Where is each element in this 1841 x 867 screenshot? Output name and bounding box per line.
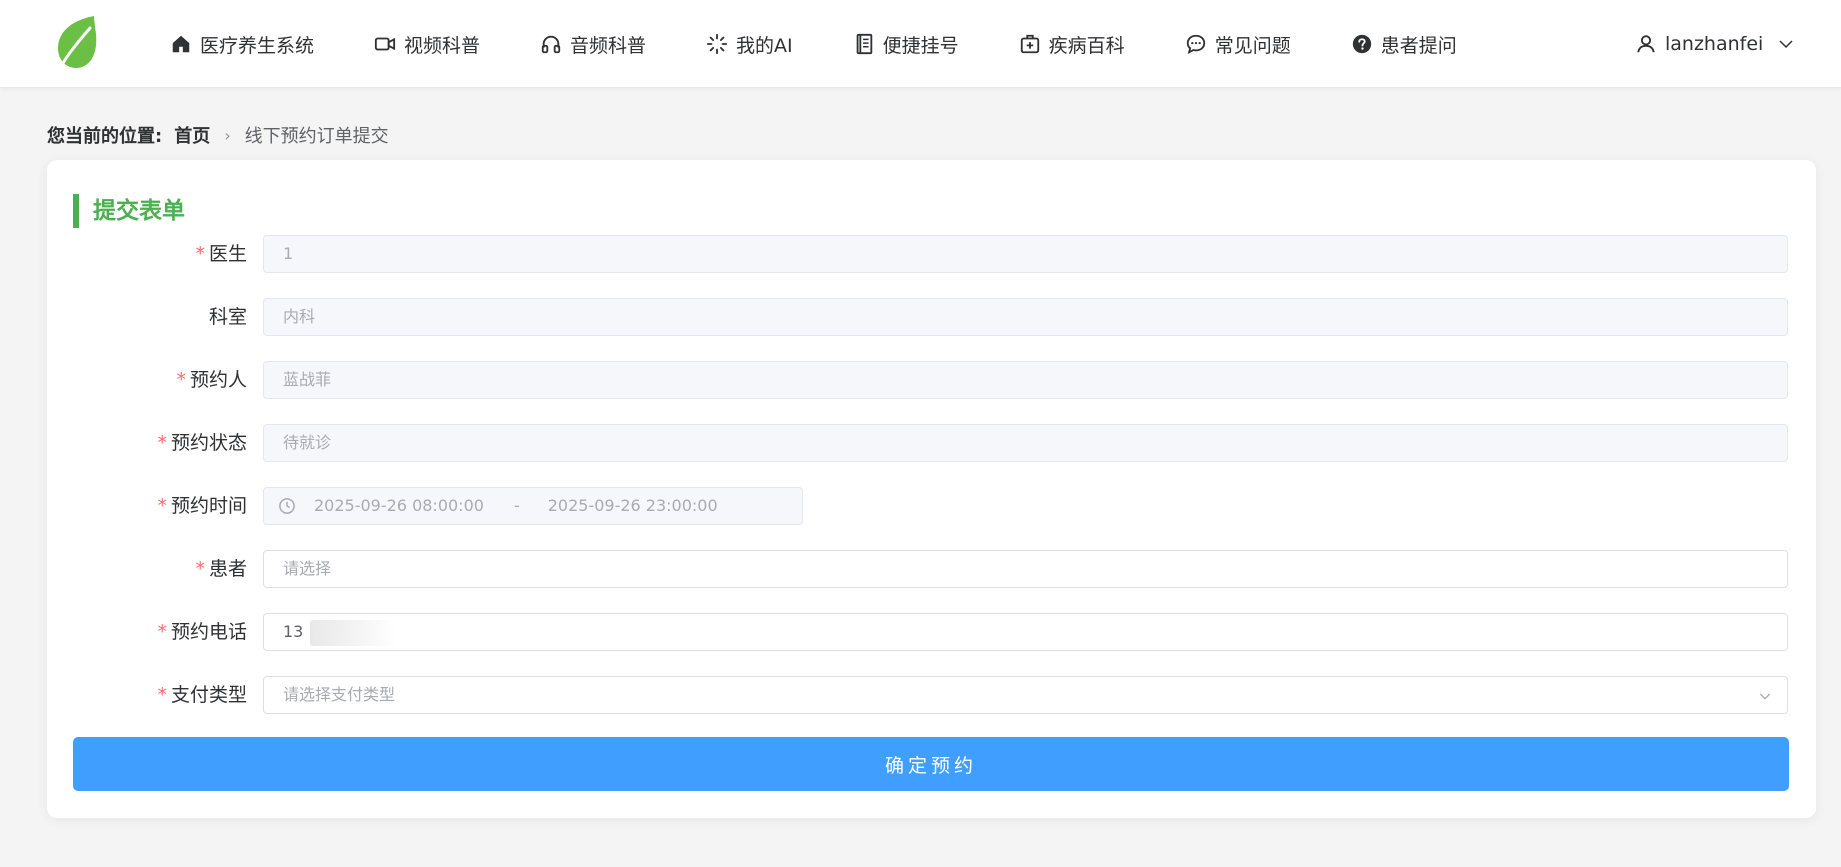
- nav-item-audio[interactable]: 音频科普: [540, 0, 646, 88]
- form-row-booker: * 预约人 蓝战菲: [47, 361, 1816, 399]
- top-navbar: 医疗养生系统 视频科普 音频科普 我的AI 便捷挂号 疾病百科 常见问题 患者提…: [0, 0, 1841, 88]
- nav-item-home[interactable]: 医疗养生系统: [170, 0, 314, 88]
- nav-item-disease-wiki[interactable]: 疾病百科: [1019, 0, 1125, 88]
- form-row-patient: * 患者 请选择: [47, 550, 1816, 588]
- chevron-down-icon: [1759, 693, 1771, 700]
- chat-bubble-icon: [1185, 33, 1207, 55]
- doctor-field: 1: [263, 235, 1788, 273]
- field-label: * 预约电话: [157, 621, 247, 643]
- chevron-down-icon[interactable]: [1777, 35, 1795, 53]
- leaf-logo-icon[interactable]: [50, 14, 100, 72]
- user-icon: [1637, 35, 1655, 53]
- headphones-icon: [540, 33, 562, 55]
- form-row-phone: * 预约电话 13: [47, 613, 1816, 651]
- breadcrumb-home-link[interactable]: 首页: [174, 122, 210, 148]
- nav-item-label: 视频科普: [404, 34, 481, 57]
- nav-item-label: 常见问题: [1214, 34, 1291, 57]
- redacted-mask: [310, 620, 396, 646]
- nav-item-video[interactable]: 视频科普: [374, 0, 480, 88]
- form-row-doctor: * 医生 1: [47, 235, 1816, 273]
- phone-input[interactable]: 13: [263, 613, 1788, 651]
- nav-item-label: 疾病百科: [1048, 34, 1125, 57]
- payment-type-placeholder: 请选择支付类型: [283, 685, 396, 704]
- nav-item-label: 患者提问: [1380, 34, 1457, 57]
- nav-item-faq[interactable]: 常见问题: [1185, 0, 1291, 88]
- nav-item-ai[interactable]: 我的AI: [706, 0, 793, 88]
- confirm-booking-button[interactable]: 确定预约: [73, 737, 1789, 791]
- clock-icon: [279, 498, 295, 514]
- form-title: 提交表单: [73, 194, 185, 228]
- chevron-right-icon: ›: [224, 125, 231, 145]
- nav-item-label: 医疗养生系统: [200, 34, 315, 57]
- nav-item-patient-questions[interactable]: 患者提问: [1351, 0, 1457, 88]
- form-row-payment: * 支付类型 请选择支付类型: [47, 676, 1816, 714]
- user-menu[interactable]: lanzhanfei: [1635, 0, 1795, 88]
- form-row-time: * 预约时间 2025-09-26 08:00:00 - 2025-09-26 2…: [47, 487, 1816, 525]
- home-icon: [170, 33, 192, 55]
- form-row-department: 科室 内科: [47, 298, 1816, 336]
- phone-input-value: 13: [283, 622, 304, 641]
- nav-item-registration[interactable]: 便捷挂号: [853, 0, 959, 88]
- patient-select[interactable]: 请选择: [263, 550, 1788, 588]
- field-label: 科室: [208, 306, 247, 328]
- field-label: * 预约人: [176, 369, 247, 391]
- username: lanzhanfei: [1665, 33, 1764, 55]
- time-range-end: 2025-09-26 23:00:00: [547, 496, 718, 515]
- patient-select-placeholder: 请选择: [283, 559, 332, 578]
- nav-item-label: 便捷挂号: [882, 34, 959, 57]
- notebook-icon: [853, 33, 875, 55]
- main-nav: 医疗养生系统 视频科普 音频科普 我的AI 便捷挂号 疾病百科 常见问题 患者提…: [170, 0, 1517, 88]
- time-range-separator: -: [513, 496, 520, 515]
- status-field: 待就诊: [263, 424, 1788, 462]
- department-field: 内科: [263, 298, 1788, 336]
- loading-spinner-icon: [706, 33, 728, 55]
- field-label: * 预约状态: [157, 432, 247, 454]
- field-label: * 支付类型: [157, 684, 247, 706]
- nav-item-label: 我的AI: [736, 34, 793, 57]
- field-label: * 预约时间: [157, 495, 247, 517]
- payment-type-select[interactable]: 请选择支付类型: [263, 676, 1788, 714]
- nav-item-label: 音频科普: [570, 34, 647, 57]
- breadcrumb-current: 线下预约订单提交: [244, 126, 389, 147]
- breadcrumb: 您当前的位置: 首页 › 线下预约订单提交: [47, 122, 389, 148]
- breadcrumb-label: 您当前的位置:: [47, 126, 163, 147]
- time-range-start: 2025-09-26 08:00:00: [314, 496, 484, 515]
- booker-field: 蓝战菲: [263, 361, 1788, 399]
- question-circle-icon: [1351, 33, 1373, 55]
- form-card: 提交表单 * 医生 1 科室 内科 * 预约人 蓝战菲 * 预约状态 待就诊 * 预约时…: [47, 160, 1816, 818]
- field-label: * 患者: [195, 558, 247, 580]
- time-range-picker: 2025-09-26 08:00:00 - 2025-09-26 23:00:0…: [263, 487, 803, 525]
- field-label: * 医生: [195, 243, 247, 265]
- form-row-status: * 预约状态 待就诊: [47, 424, 1816, 462]
- video-camera-icon: [374, 33, 396, 55]
- first-aid-kit-icon: [1019, 33, 1041, 55]
